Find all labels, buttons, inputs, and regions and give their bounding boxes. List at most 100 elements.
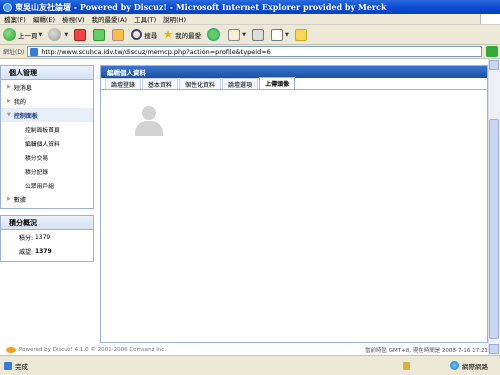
prestige-row: 威望: 1379 xyxy=(1,244,93,258)
refresh-button[interactable] xyxy=(93,28,106,41)
sidebar-item-my[interactable]: ▶ 我的 xyxy=(1,94,93,108)
menu-edit[interactable]: 編輯(E) xyxy=(33,14,55,24)
menu-favorites[interactable]: 我的最愛(A) xyxy=(92,14,128,24)
tab-upload-avatar[interactable]: 上傳頭像 xyxy=(259,77,296,89)
page-viewport: 個人管理 ▶ 短消息 ▶ 我的 ▼ 控制面板 控制面板首頁 編輯個人資料 積分交… xyxy=(0,59,500,355)
credit-summary: 積分概況 積分: 1379 威望: 1379 xyxy=(0,215,94,262)
print-button[interactable] xyxy=(251,28,265,41)
menu-file[interactable]: 檔案(F) xyxy=(4,14,26,24)
search-button[interactable]: 搜尋 xyxy=(131,29,157,40)
folder-button[interactable] xyxy=(294,28,308,41)
sidebar-item-control-panel[interactable]: ▼ 控制面板 xyxy=(1,108,93,122)
scroll-down-button[interactable] xyxy=(489,344,499,354)
points-row: 積分: 1379 xyxy=(1,230,93,244)
history-button[interactable] xyxy=(207,28,222,41)
mail-button[interactable]: ▼ xyxy=(228,28,246,41)
menu-view[interactable]: 檢視(V) xyxy=(62,14,85,24)
security-zone: 網際網路 xyxy=(403,361,488,371)
chevron-down-icon[interactable]: ▼ xyxy=(285,32,289,38)
page-icon xyxy=(30,47,39,56)
lock-icon xyxy=(403,361,410,370)
bullet-down-icon: ▼ xyxy=(7,112,11,118)
back-arrow-icon xyxy=(3,28,16,41)
sidebar-item-label: 控制面板 xyxy=(13,112,38,120)
bullet-icon: ▶ xyxy=(7,84,11,90)
avatar-body xyxy=(135,121,163,136)
mail-icon xyxy=(228,28,241,41)
refresh-icon xyxy=(93,28,106,41)
chevron-down-icon[interactable]: ▼ xyxy=(39,32,43,38)
footer-powered-by: Powered by Discuz! 4.1.0 © 2001-2006 Com… xyxy=(19,347,167,353)
chevron-down-icon[interactable]: ▼ xyxy=(242,32,246,38)
favorites-label: 我的最愛 xyxy=(175,31,202,40)
address-label: 網址(D) xyxy=(3,49,25,56)
go-button[interactable] xyxy=(486,46,499,57)
stop-button[interactable] xyxy=(74,28,87,41)
stop-icon xyxy=(74,28,87,41)
folder-icon xyxy=(294,28,307,41)
footer-time: 當前時區 GMT+8, 現在時間是 2008-7-16 17:21 xyxy=(364,348,488,354)
window-title: 東吳山友社論壇 - Powered by Discuz! - Microsoft… xyxy=(15,1,387,12)
avatar-placeholder xyxy=(133,106,165,136)
sidebar-item-label: 我的 xyxy=(13,98,26,106)
toolbar: 上一頁 ▼ ▼ 搜尋 ★ 我的最愛 ▼ ▼ xyxy=(0,25,500,45)
chevron-down-icon[interactable]: ▼ xyxy=(64,32,68,38)
sidebar-item-label: 數據 xyxy=(13,196,26,204)
points-value: 1379 xyxy=(34,233,51,241)
avatar-head xyxy=(142,106,156,120)
sidebar-subitem-control-home[interactable]: 控制面板首頁 xyxy=(1,122,93,136)
sidebar-subitem-usergroups[interactable]: 公眾用戶組 xyxy=(1,178,93,192)
search-icon xyxy=(131,29,143,40)
main-panel: 編輯個人資料 論壇登錄 基本資料 個性化資料 論壇選項 上傳頭像 xyxy=(100,65,488,343)
menu-bar: 檔案(F) 編輯(E) 檢視(V) 我的最愛(A) 工具(T) 說明(H) xyxy=(0,14,500,25)
tab-basic-info[interactable]: 基本資料 xyxy=(142,78,179,89)
tab-bar: 論壇登錄 基本資料 個性化資料 論壇選項 上傳頭像 xyxy=(101,77,487,90)
back-button[interactable]: 上一頁 ▼ xyxy=(3,28,42,41)
prestige-value: 1379 xyxy=(34,247,52,255)
windows-logo-area xyxy=(480,14,500,24)
address-input[interactable]: http://www.scuhca.idv.tw/discuz/memcp.ph… xyxy=(27,46,483,57)
page-done-icon xyxy=(4,361,12,370)
print-icon xyxy=(251,28,264,41)
status-bar: 完成 網際網路 xyxy=(0,355,500,375)
address-bar: 網址(D) http://www.scuhca.idv.tw/discuz/me… xyxy=(0,45,500,59)
sidebar-subitem-credit-trade[interactable]: 積分交易 xyxy=(1,150,93,164)
status-text: 完成 xyxy=(15,362,28,371)
zone-label: 網際網路 xyxy=(462,362,488,371)
forward-button[interactable]: ▼ xyxy=(48,28,68,41)
tab-personal-info[interactable]: 個性化資料 xyxy=(179,78,222,89)
sidebar-item-label: 短消息 xyxy=(13,84,32,92)
edit-icon xyxy=(270,28,283,41)
discuz-logo-icon xyxy=(6,347,16,353)
vertical-scrollbar[interactable] xyxy=(488,59,500,355)
ie-app-icon xyxy=(3,2,12,12)
tab-login[interactable]: 論壇登錄 xyxy=(105,78,142,89)
points-label: 積分: xyxy=(19,234,34,242)
star-icon: ★ xyxy=(163,28,174,41)
forward-arrow-icon xyxy=(48,28,62,41)
page-footer: Powered by Discuz! 4.1.0 © 2001-2006 Com… xyxy=(0,345,488,355)
search-label: 搜尋 xyxy=(144,31,158,40)
bullet-icon: ▶ xyxy=(7,98,11,104)
edit-button[interactable]: ▼ xyxy=(270,28,289,41)
favorites-button[interactable]: ★ 我的最愛 xyxy=(163,28,201,41)
address-url: http://www.scuhca.idv.tw/discuz/memcp.ph… xyxy=(41,47,271,56)
sidebar-item-messages[interactable]: ▶ 短消息 xyxy=(1,80,93,94)
bullet-icon: ▶ xyxy=(7,196,11,202)
sidebar-title: 個人管理 xyxy=(1,66,93,80)
back-label: 上一頁 xyxy=(18,31,38,40)
home-button[interactable] xyxy=(112,28,125,41)
globe-icon xyxy=(450,361,459,370)
menu-help[interactable]: 說明(H) xyxy=(163,14,186,24)
scroll-thumb[interactable] xyxy=(489,119,499,339)
menu-tools[interactable]: 工具(T) xyxy=(134,14,156,24)
sidebar-item-data[interactable]: ▶ 數據 xyxy=(1,192,93,206)
credit-summary-title: 積分概況 xyxy=(1,216,93,230)
prestige-label: 威望: xyxy=(19,248,34,256)
tab-forum-options[interactable]: 論壇選項 xyxy=(222,78,259,89)
sidebar: 個人管理 ▶ 短消息 ▶ 我的 ▼ 控制面板 控制面板首頁 編輯個人資料 積分交… xyxy=(0,65,94,209)
sidebar-subitem-credit-log[interactable]: 積分記錄 xyxy=(1,164,93,178)
sidebar-subitem-edit-profile[interactable]: 編輯個人資料 xyxy=(1,136,93,150)
history-icon xyxy=(207,28,221,41)
scroll-up-button[interactable] xyxy=(489,60,499,70)
